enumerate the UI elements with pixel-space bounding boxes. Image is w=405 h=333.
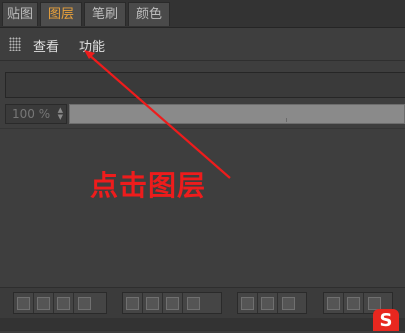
layer-d-icon[interactable] <box>183 293 203 313</box>
opacity-slider[interactable] <box>69 104 405 124</box>
tab-brush[interactable]: 笔刷 <box>84 2 126 26</box>
mask-b-icon[interactable] <box>258 293 278 313</box>
tab-texture[interactable]: 贴图 <box>2 2 38 26</box>
duplicate-icon[interactable] <box>74 293 94 313</box>
new-folder-icon[interactable] <box>34 293 54 313</box>
opacity-value: 100 % <box>12 107 51 121</box>
stepper-arrows-icon[interactable]: ▲ ▼ <box>58 107 63 121</box>
grip-handle-icon[interactable] <box>9 37 21 51</box>
button-group-1 <box>13 292 107 314</box>
tab-bar: 贴图 图层 笔刷 颜色 <box>0 0 405 28</box>
divider <box>0 128 405 129</box>
new-adjust-icon[interactable] <box>54 293 74 313</box>
tab-layers[interactable]: 图层 <box>40 2 82 26</box>
new-layer-icon[interactable] <box>14 293 34 313</box>
mask-c-icon[interactable] <box>278 293 298 313</box>
tab-color[interactable]: 颜色 <box>128 2 170 26</box>
function-menu[interactable]: 功能 <box>79 36 105 55</box>
watermark-logo: S <box>373 309 399 331</box>
layer-b-icon[interactable] <box>143 293 163 313</box>
layer-toolbar: 查看 功能 <box>0 28 405 61</box>
layer-a-icon[interactable] <box>123 293 143 313</box>
button-group-3 <box>237 292 307 314</box>
view-menu[interactable]: 查看 <box>33 36 59 55</box>
layer-bottom-toolbar <box>0 287 405 318</box>
button-group-2 <box>122 292 222 314</box>
opacity-input[interactable]: 100 % ▲ ▼ <box>5 104 67 124</box>
merge-icon[interactable] <box>324 293 344 313</box>
layer-c-icon[interactable] <box>163 293 183 313</box>
flatten-icon[interactable] <box>344 293 364 313</box>
annotation-text: 点击图层 <box>90 169 207 202</box>
layer-mode-field[interactable] <box>5 72 405 98</box>
mask-a-icon[interactable] <box>238 293 258 313</box>
slider-tick <box>286 118 287 122</box>
status-bar <box>0 318 405 331</box>
